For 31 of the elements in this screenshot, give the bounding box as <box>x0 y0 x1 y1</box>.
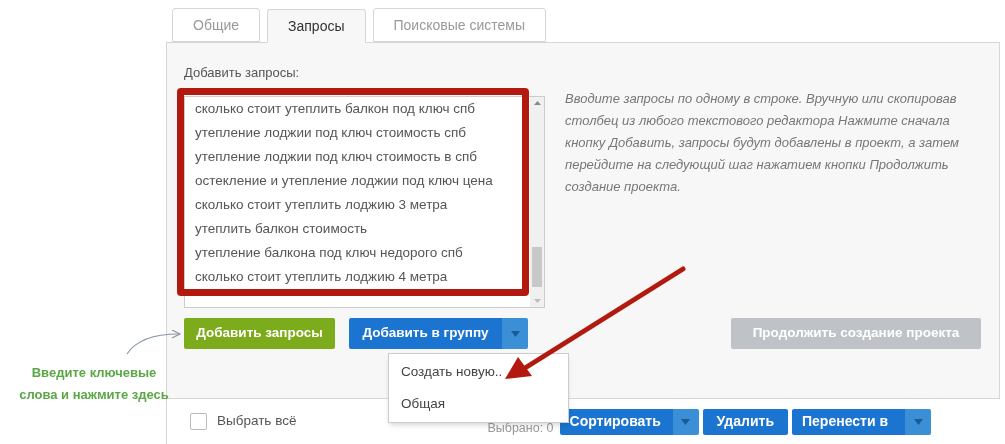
select-all-label[interactable]: Выбрать всё <box>217 411 297 432</box>
query-line: сколько стоит утеплить лоджию 3 метра <box>195 196 449 214</box>
button-label[interactable]: Сортировать <box>559 408 673 435</box>
caret-icon <box>510 330 520 337</box>
query-line: утепление лоджии под ключ стоимость спб <box>195 124 468 142</box>
select-all-checkbox[interactable] <box>190 413 207 430</box>
scroll-down-icon[interactable] <box>533 299 541 303</box>
dropdown-button[interactable]: Перенести в <box>792 408 931 435</box>
caret-icon <box>913 418 923 425</box>
query-line: утепление балкона под ключ недорого спб <box>195 244 464 262</box>
query-line: сколько стоит утеплить балкон под ключ спб <box>195 100 477 118</box>
dropdown-button[interactable]: Сортировать <box>559 408 699 435</box>
scroll-up-icon[interactable] <box>533 101 541 105</box>
action-button[interactable]: Удалить <box>702 408 788 435</box>
field-label: Добавить запросы: <box>184 64 301 82</box>
curved-arrow <box>124 330 182 356</box>
caret-icon <box>681 418 691 425</box>
query-line: утеплить балкон стоимость <box>195 220 369 238</box>
annotation-text: Введите ключевые слова и нажмите здесь <box>18 364 170 404</box>
button-label[interactable]: Перенести в <box>792 408 905 435</box>
tab[interactable]: Запросы <box>267 9 366 43</box>
hint-text: Вводите запросы по одному в строке. Вручную или скопировав столбец из любого текстового редактора Нажмите сначала кнопку Добавить, запросы будут добавлены в проект, а затем перейдите на следующий шаг нажатием кнопки Продолжить создание проекта. <box>565 90 960 196</box>
query-line: сколько стоит утеплить лоджию 4 метра <box>195 268 449 286</box>
menu-item[interactable]: Создать новую.. <box>389 356 568 388</box>
scroll-thumb[interactable] <box>532 247 542 287</box>
query-line: остекление и утепление лоджии под ключ цена <box>195 172 494 190</box>
tab[interactable]: Поисковые системы <box>372 8 546 42</box>
tab[interactable]: Общие <box>172 8 261 42</box>
selected-count: Выбрано: 0 <box>487 420 554 438</box>
query-line: утепление лоджии под ключ стоимость в спб <box>195 148 478 166</box>
add-queries-button[interactable]: Добавить запросы <box>184 318 335 349</box>
